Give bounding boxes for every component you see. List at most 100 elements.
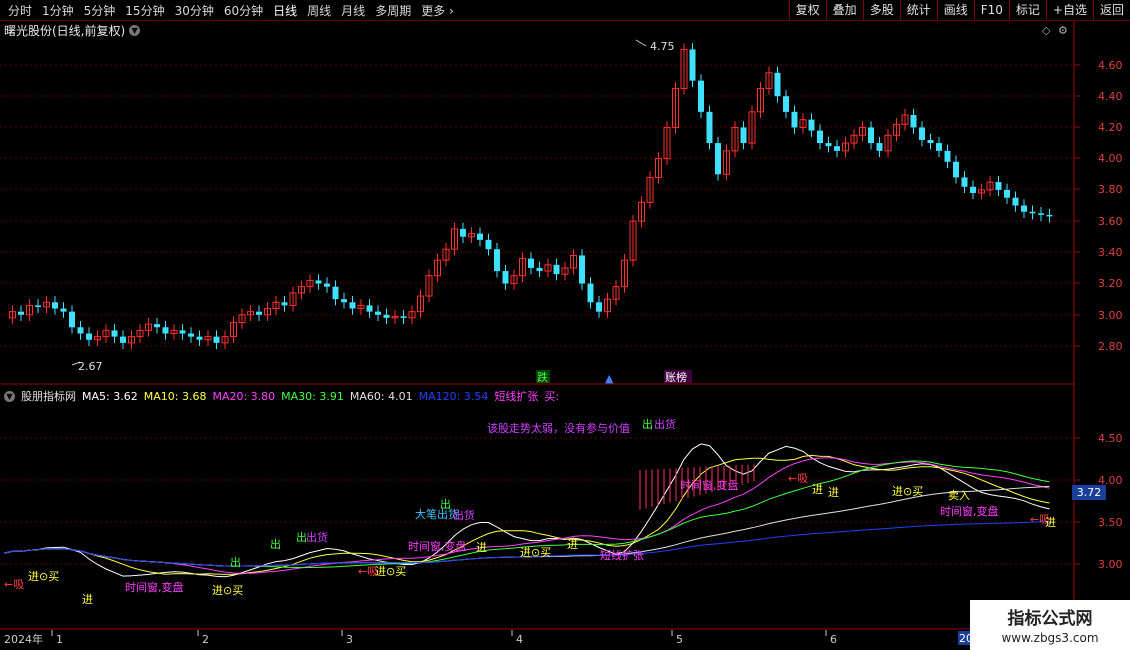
candle-body-down [375,311,381,315]
settings-icon[interactable]: ⚙ [1058,24,1068,37]
price-tick-label: 4.60 [1098,59,1123,72]
date-year: 2024年 [4,632,43,646]
note-xi-5: ←吸 [788,472,808,485]
watermark-url: www.zbgs3.com [1001,631,1099,645]
candle-body-down [834,146,840,151]
note-window-1: 时间窗,变盘 [408,539,467,553]
candle-body-down [1046,214,1053,217]
candle-body-down [35,305,41,307]
date-month-3: 3 [346,633,353,646]
price-tick-label: 3.00 [1098,309,1123,322]
date-axis: 2024年 1 2 3 4 5 6 20 [0,630,1130,650]
candle-body-down [953,161,959,178]
candle-body-down [919,127,925,140]
note-chu-5: 出 [230,555,241,569]
upper-price-ticks: 4.60 4.40 4.20 4.00 3.80 3.60 3.40 3.20 3.00 2.80 [1074,59,1123,353]
note-buy-3: 进⊙买 [212,584,243,597]
note-jin-2: 进 [567,538,578,551]
candle-body-down [961,177,968,187]
chevron-down-icon[interactable]: ▼ [129,25,141,36]
note-buy-2: 进⊙买 [375,565,406,578]
note-window-4: 时间窗,变盘 [940,504,999,518]
candle-body-down [162,327,169,334]
candle-body-down [817,130,823,144]
note-buy-1: 进⊙买 [520,546,551,559]
candle-body-down [936,143,942,151]
ma10-key: MA10: [143,389,179,403]
candle-body-down [502,271,509,284]
watermark-title: 指标公式网 [1007,609,1093,629]
candle-body-down [715,143,721,175]
event-badge-bang[interactable]: 账榜 [665,370,687,384]
candle-body-down [341,299,347,303]
candle-body-down [808,119,815,131]
note-weak: 该股走势太弱，没有参与价值 [487,421,630,435]
candle-body-down [120,336,126,343]
candle-body-down [1029,211,1036,214]
candle-body-down [970,186,976,194]
candle-body-down [18,311,24,315]
date-month-6: 6 [830,633,837,646]
indicator-name[interactable]: 股朋指标网 [21,388,76,404]
candle-body-down [213,336,220,343]
candle-body-down [460,228,466,237]
high-label: 4.75 [650,40,675,53]
ma10-value: 3.68 [181,389,207,403]
ma5-key: MA5: [82,389,110,403]
note-chu-4: 出 [270,537,281,551]
chevron-down-icon[interactable]: ▼ [4,390,15,402]
candle-body-down [349,302,356,309]
candle-body-down [995,182,1002,190]
up-arrow-icon: ▲ [605,372,614,385]
indicator-tick-label: 4.50 [1098,432,1123,445]
low-label: 2.67 [78,360,103,373]
ma20-key: MA20: [212,389,248,403]
current-value-box: 3.72 [1072,485,1106,500]
candle-body-down [281,302,288,306]
site-watermark: 指标公式网 www.zbgs3.com [970,600,1130,650]
candle-body-down [86,333,92,340]
candle-body-down [1004,189,1010,198]
ma30-value: 3.91 [319,389,344,403]
note-jin-5: 进 [828,486,839,499]
signal-label: 短线扩张 [494,390,539,403]
candle-body-down [485,239,492,250]
note-chuhuo-3: 出货 [306,530,328,544]
candle-body-down [706,111,713,144]
stock-title: 曙光股份(日线,前复权) ▼ [4,22,141,39]
ma120-value: 3.54 [463,389,489,403]
ma120-key: MA120: [418,389,461,403]
note-maichu: 卖入 [948,489,970,502]
candle-body-down [52,302,58,309]
note-buy-5: 进⊙买 [892,485,923,498]
stock-chart[interactable]: 4.75 2.67 跌 ▲ 账榜 该股走势太弱，没有参与价值 出 出货 大笔出货… [0,0,1130,630]
candle-body-down [69,311,75,328]
candle-body-down [740,127,747,144]
note-chu-big: 出 [440,497,451,511]
ma5-value: 3.62 [113,389,138,403]
candle-body-down [587,283,594,303]
candle-body-down [315,280,322,284]
price-tick-label: 3.20 [1098,277,1123,290]
ma5-label: MA5: 3.62 [82,390,138,403]
diamond-icon[interactable]: ◇ [1042,24,1051,37]
candle-body-down [1021,205,1027,212]
price-tick-label: 3.80 [1098,183,1123,196]
indicator-legend: ▼ 股朋指标网 MA5: 3.62 MA10: 3.68 MA20: 3.80 … [4,388,559,404]
candle-body-down [196,336,203,340]
event-badge-die[interactable]: 跌 [537,370,548,384]
indicator-tick-label: 3.50 [1098,516,1123,529]
low-marker: 2.67 [71,360,103,373]
candle-body-down [783,96,789,112]
candle-body-down [774,72,781,97]
price-tick-label: 4.20 [1098,121,1123,134]
note-expand: 短线扩张 [600,548,644,562]
signal-suffix: 买: [544,390,560,403]
lower-price-ticks: 4.504.003.503.00 [1074,432,1123,571]
candle-body-down [111,330,118,337]
candle-body-down [60,308,67,312]
note-jin-1: 进 [476,541,487,554]
candle-body-down [477,233,483,240]
ma30-label: MA30: 3.91 [281,390,344,403]
ma60-label: MA60: 4.01 [350,390,413,403]
